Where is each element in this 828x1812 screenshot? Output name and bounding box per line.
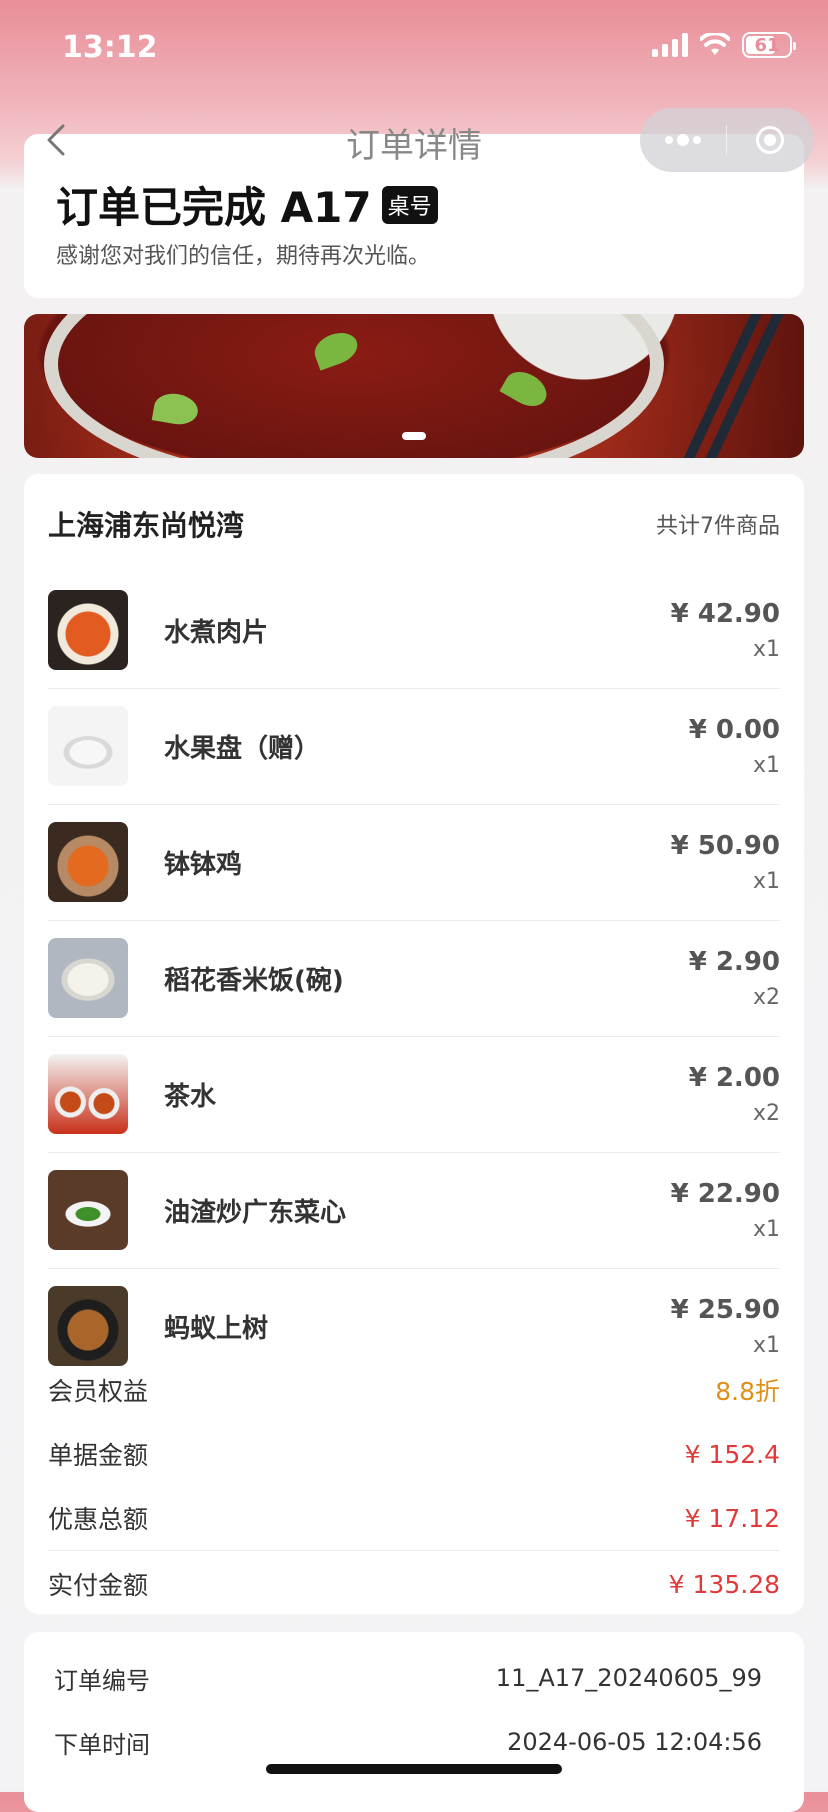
dish-thumbnail [48,1170,128,1250]
list-item: 钵钵鸡 ¥ 50.90 x1 [48,804,780,921]
list-item: 稻花香米饭(碗) ¥ 2.90 x2 [48,920,780,1037]
dish-quantity: x1 [752,752,780,778]
dish-price: ¥ 2.90 [688,946,780,977]
order-time-value: 2024-06-05 12:04:56 [507,1728,762,1756]
discount-total-row: 优惠总额 ¥ 17.12 [48,1486,780,1550]
more-dots-icon[interactable] [640,134,726,146]
dish-thumbnail [48,1054,128,1134]
dish-thumbnail [48,1286,128,1366]
dish-name: 水果盘（赠） [164,733,321,764]
list-item: 油渣炒广东菜心 ¥ 22.90 x1 [48,1152,780,1269]
dish-quantity: x1 [752,868,780,894]
order-time-label: 下单时间 [54,1730,150,1759]
discount-total-label: 优惠总额 [48,1505,149,1534]
member-benefit-value: 8.8折 [715,1377,780,1406]
wifi-icon [700,33,730,55]
store-name: 上海浦东尚悦湾 [48,509,245,542]
battery-icon: 61 [742,32,796,58]
nav-bar: 订单详情 [0,100,828,180]
order-number-value: 11_A17_20240605_99 [495,1664,762,1692]
dish-quantity: x1 [752,1332,780,1358]
order-status-subtitle: 感谢您对我们的信任，期待再次光临。 [56,244,431,269]
dish-thumbnail [48,706,128,786]
dish-name: 钵钵鸡 [164,849,243,880]
list-item: 茶水 ¥ 2.00 x2 [48,1036,780,1153]
list-item: 水果盘（赠） ¥ 0.00 x1 [48,688,780,805]
store-header: 上海浦东尚悦湾 共计7件商品 [48,494,780,554]
list-item: 水煮肉片 ¥ 42.90 x1 [48,572,780,689]
status-bar: 13:12 61 [0,0,828,100]
dish-name: 茶水 [164,1081,217,1112]
dish-thumbnail [48,590,128,670]
dish-price: ¥ 42.90 [670,598,780,629]
dish-price: ¥ 50.90 [670,830,780,861]
paid-amount-label: 实付金额 [48,1571,149,1600]
order-status-title: 订单已完成 A17 [56,183,372,232]
miniprogram-close-icon[interactable] [727,126,813,154]
bill-amount-label: 单据金额 [48,1441,149,1470]
member-benefit-row: 会员权益 8.8折 [48,1358,780,1422]
bill-amount-value: ¥ 152.4 [684,1439,780,1469]
status-icons: 61 [652,32,796,58]
dish-quantity: x1 [752,636,780,662]
home-indicator [266,1764,562,1774]
order-info-card: 订单编号 11_A17_20240605_99 下单时间 2024-06-05 … [24,1632,804,1812]
order-number-row: 订单编号 11_A17_20240605_99 [54,1646,762,1710]
order-items-card: 上海浦东尚悦湾 共计7件商品 水煮肉片 ¥ 42.90 x1 水果盘（赠） ¥ 0… [24,474,804,1614]
promo-banner-image[interactable] [24,314,804,458]
dish-quantity: x1 [752,1216,780,1242]
signal-icon [652,33,688,57]
dish-price: ¥ 25.90 [670,1294,780,1325]
banner-pagination [24,432,804,440]
dish-price: ¥ 2.00 [688,1062,780,1093]
dish-price: ¥ 0.00 [688,714,780,745]
dish-name: 蚂蚁上树 [164,1313,269,1344]
dish-name: 油渣炒广东菜心 [164,1197,347,1228]
dish-name: 稻花香米饭(碗) [164,965,344,996]
order-number-label: 订单编号 [54,1666,150,1695]
bill-amount-row: 单据金额 ¥ 152.4 [48,1422,780,1486]
dish-name: 水煮肉片 [164,617,269,648]
dish-quantity: x2 [752,1100,780,1126]
order-title-row: 订单已完成 A17 桌号 [56,174,438,235]
member-benefit-label: 会员权益 [48,1377,149,1406]
dish-price: ¥ 22.90 [670,1178,780,1209]
paid-amount-row: 实付金额 ¥ 135.28 [48,1550,780,1617]
dish-thumbnail [48,938,128,1018]
table-number-badge: 桌号 [381,185,438,224]
miniprogram-capsule [640,108,814,172]
item-count: 共计7件商品 [656,514,780,539]
status-time: 13:12 [62,30,158,65]
dish-quantity: x2 [752,984,780,1010]
dish-thumbnail [48,822,128,902]
discount-total-value: ¥ 17.12 [684,1503,780,1533]
paid-amount-value: ¥ 135.28 [668,1569,780,1599]
battery-level: 61 [754,34,780,56]
